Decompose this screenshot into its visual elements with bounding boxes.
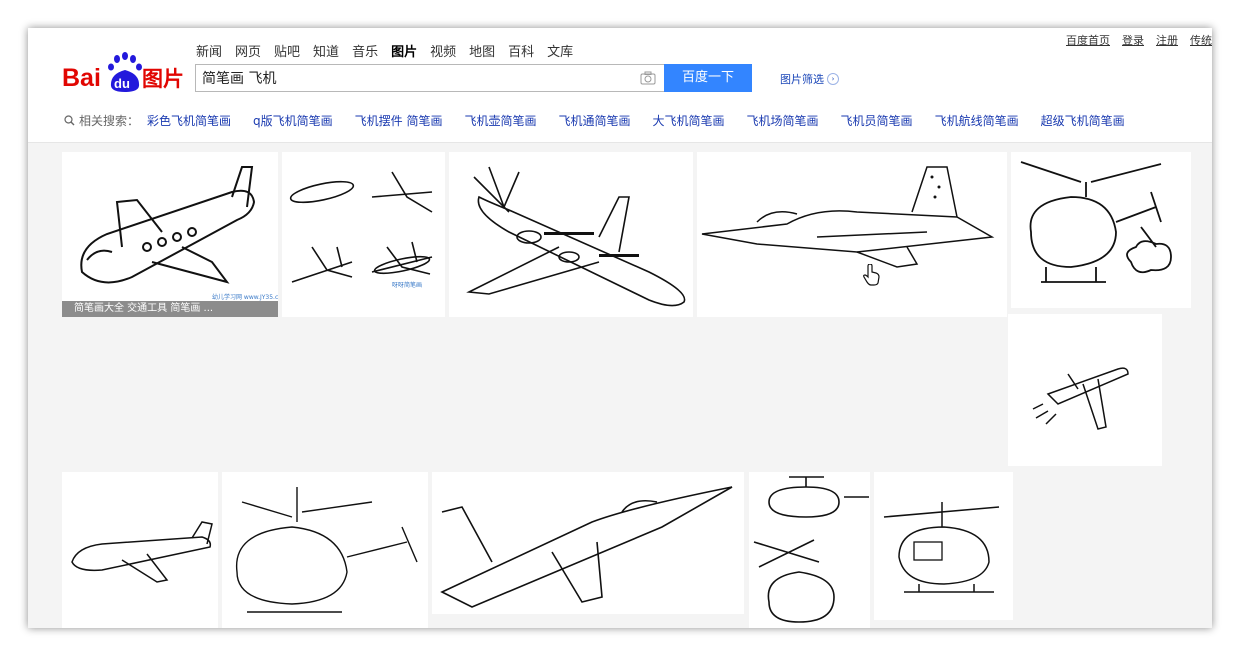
- related-item[interactable]: 飞机通简笔画: [559, 112, 631, 129]
- logo-text-bai: Bai: [62, 64, 101, 92]
- related-item[interactable]: 飞机摆件 简笔画: [355, 112, 443, 129]
- airliner-image: [466, 166, 686, 307]
- result-thumbnail[interactable]: [874, 472, 1013, 620]
- result-thumbnail[interactable]: [1011, 152, 1191, 308]
- link-baidu-home[interactable]: 百度首页: [1066, 32, 1110, 48]
- result-thumbnail[interactable]: [749, 472, 870, 628]
- chevron-right-icon: ›: [827, 73, 839, 85]
- nav-zhidao[interactable]: 知道: [313, 41, 339, 60]
- related-item[interactable]: 飞机航线简笔画: [935, 112, 1019, 129]
- result-thumbnail[interactable]: 呀呀简笔画: [282, 152, 445, 317]
- result-caption: 简笔画大全 交通工具 简笔画 ...: [62, 301, 278, 317]
- related-item[interactable]: 大飞机简笔画: [653, 112, 725, 129]
- nav-wenku[interactable]: 文库: [547, 41, 573, 60]
- baidu-image-logo[interactable]: Bai du 图片: [62, 52, 192, 94]
- nav-images[interactable]: 图片: [391, 41, 417, 60]
- result-thumbnail[interactable]: [449, 152, 693, 317]
- related-label-wrap: 相关搜索：: [64, 112, 139, 129]
- related-item[interactable]: 超级飞机简笔画: [1041, 112, 1125, 129]
- jet-fighter-angled-image: [440, 486, 733, 608]
- helicopter-steps-image: [753, 476, 869, 623]
- related-item[interactable]: 飞机员简笔画: [841, 112, 913, 129]
- nav-map[interactable]: 地图: [469, 41, 495, 60]
- airplane-steps-image: [289, 171, 433, 283]
- top-nav: 新闻 网页 贴吧 知道 音乐 图片 视频 地图 百科 文库: [196, 41, 573, 60]
- jet-side-view-image: [71, 521, 213, 583]
- result-thumbnail[interactable]: [1008, 314, 1162, 466]
- watermark: 呀呀简笔画: [392, 282, 423, 289]
- filter-label: 图片筛选: [780, 73, 824, 86]
- fighter-jet-image: [701, 166, 995, 268]
- related-label: 相关搜索：: [79, 114, 140, 128]
- header: Bai du 图片 新闻 网页 贴吧 知道 音乐 图片 视频 地图 百科 文库 …: [28, 28, 1212, 143]
- link-register[interactable]: 注册: [1156, 32, 1178, 48]
- small-airplane-sketch-image: [1032, 367, 1129, 430]
- related-item[interactable]: 飞机场简笔画: [747, 112, 819, 129]
- search-button[interactable]: 百度一下: [664, 64, 752, 92]
- watermark: 幼儿学习网 www.JY35.com: [212, 294, 278, 301]
- nav-video[interactable]: 视频: [430, 41, 456, 60]
- top-links: 百度首页 登录 注册 传统: [1066, 32, 1212, 48]
- link-login[interactable]: 登录: [1122, 32, 1144, 48]
- hand-pointer-cursor-icon: [863, 264, 880, 286]
- logo-text-tupian: 图片: [142, 67, 184, 91]
- nav-music[interactable]: 音乐: [352, 41, 378, 60]
- related-item[interactable]: 彩色飞机简笔画: [147, 112, 231, 129]
- result-thumbnail[interactable]: [697, 152, 1007, 317]
- helicopter-sketch-image: [235, 487, 418, 613]
- result-thumbnail[interactable]: [432, 472, 744, 614]
- camera-icon[interactable]: [640, 71, 656, 85]
- helicopter-cartoon-image: [1020, 161, 1172, 283]
- search-icon: [64, 115, 75, 126]
- result-thumbnail[interactable]: [62, 472, 218, 628]
- image-filter-toggle[interactable]: 图片筛选 ›: [780, 71, 839, 87]
- related-searches: 相关搜索： 彩色飞机简笔画 q版飞机简笔画 飞机摆件 简笔画 飞机壶简笔画 飞机…: [64, 112, 1125, 129]
- related-item[interactable]: q版飞机简笔画: [253, 112, 333, 129]
- search-input[interactable]: [202, 68, 622, 88]
- result-thumbnail[interactable]: [222, 472, 428, 628]
- helicopter-detailed-image: [883, 502, 1000, 593]
- nav-tieba[interactable]: 贴吧: [274, 41, 300, 60]
- link-traditional[interactable]: 传统: [1190, 32, 1212, 48]
- logo-text-du: du: [114, 76, 130, 91]
- browser-window: Bai du 图片 新闻 网页 贴吧 知道 音乐 图片 视频 地图 百科 文库 …: [28, 28, 1212, 628]
- nav-baike[interactable]: 百科: [508, 41, 534, 60]
- nav-web[interactable]: 网页: [235, 41, 261, 60]
- result-thumbnail[interactable]: 幼儿学习网 www.JY35.com 简笔画大全 交通工具 简笔画 ...: [62, 152, 278, 317]
- search-box: [195, 64, 664, 92]
- nav-news[interactable]: 新闻: [196, 41, 222, 60]
- related-item[interactable]: 飞机壶简笔画: [464, 112, 536, 129]
